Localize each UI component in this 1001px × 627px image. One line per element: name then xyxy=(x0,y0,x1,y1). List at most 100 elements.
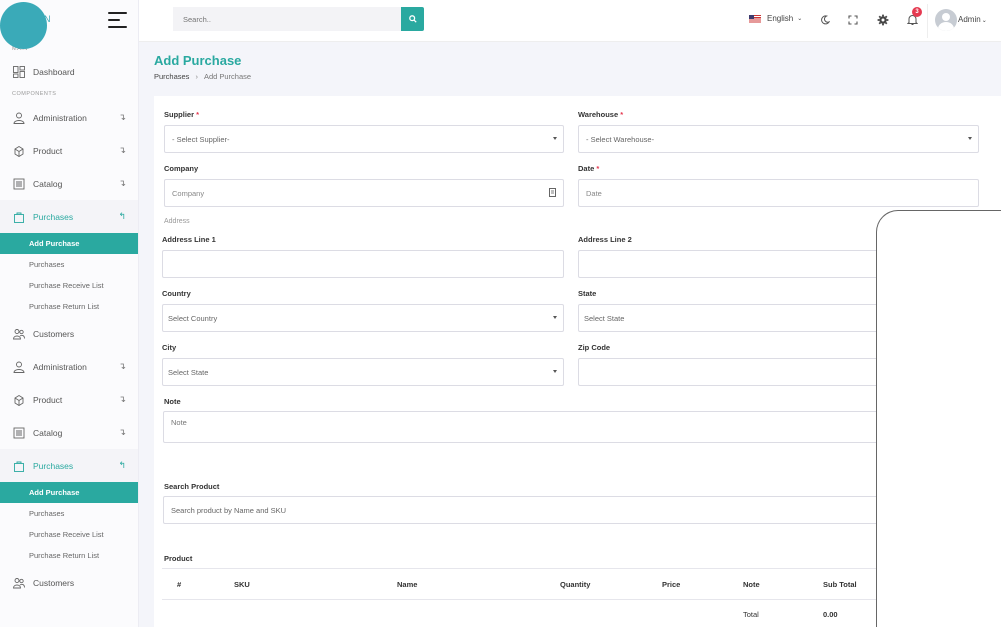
sidebar-item-label: Product xyxy=(33,145,63,156)
user-name: Admin xyxy=(958,15,981,24)
total-value: 0.00 xyxy=(823,610,838,619)
expand-arrow-icon: ↴ xyxy=(118,178,126,188)
sidebar-item-label: Administration xyxy=(33,112,87,123)
country-label: Country xyxy=(162,289,191,298)
topbar-divider xyxy=(927,4,928,38)
customers-icon xyxy=(12,576,25,589)
address-line-2-label: Address Line 2 xyxy=(578,235,632,244)
caret-down-icon xyxy=(553,370,557,373)
overlay-panel xyxy=(876,210,1001,627)
supplier-label: Supplier * xyxy=(164,110,200,119)
sidebar-item-administration[interactable]: Administration ↴ xyxy=(0,101,138,134)
state-value: Select State xyxy=(584,313,625,323)
date-placeholder: Date xyxy=(586,188,602,198)
sidebar-subitem-add-purchase[interactable]: Add Purchase xyxy=(0,482,138,503)
sidebar-item-label: Customers xyxy=(33,577,75,588)
expand-arrow-icon: ↴ xyxy=(118,394,126,404)
expand-arrow-icon: ↴ xyxy=(118,145,126,155)
us-flag-icon xyxy=(749,14,761,23)
sidebar-item-purchases[interactable]: Purchases ↰ xyxy=(0,449,138,482)
city-label: City xyxy=(162,343,177,352)
state-label: State xyxy=(578,289,597,298)
collapse-arrow-icon: ↰ xyxy=(118,460,126,470)
menu-toggle-icon[interactable] xyxy=(108,12,127,28)
chevron-down-icon: ⌄ xyxy=(797,16,803,22)
search-button[interactable] xyxy=(401,7,424,31)
search-input[interactable] xyxy=(173,7,401,31)
product-table-title: Product xyxy=(164,554,193,563)
calendar-icon xyxy=(549,188,556,199)
column-header-name: Name xyxy=(397,580,418,589)
sidebar-item-product[interactable]: Product ↴ xyxy=(0,383,138,416)
column-header-note: Note xyxy=(743,580,760,589)
bag-icon xyxy=(12,210,25,223)
sidebar-subitem-purchases[interactable]: Purchases xyxy=(0,254,138,275)
sidebar-item-label: Product xyxy=(33,394,63,405)
date-field[interactable]: Date xyxy=(578,179,979,207)
caret-down-icon xyxy=(968,137,972,140)
user-menu[interactable]: Admin⌄ xyxy=(958,15,987,24)
expand-arrow-icon: ↴ xyxy=(118,361,126,371)
fullscreen-icon[interactable] xyxy=(846,13,860,27)
date-label: Date * xyxy=(578,164,600,173)
sidebar-subitem-purchase-receive-list[interactable]: Purchase Receive List xyxy=(0,524,138,545)
company-label: Company xyxy=(164,164,199,173)
sidebar-item-purchases[interactable]: Purchases ↰ xyxy=(0,200,138,233)
sidebar-item-product[interactable]: Product ↴ xyxy=(0,134,138,167)
breadcrumb-separator-icon: › xyxy=(195,72,198,81)
expand-arrow-icon: ↴ xyxy=(118,427,126,437)
column-header-quantity: Quantity xyxy=(560,580,591,589)
city-value: Select State xyxy=(168,367,209,377)
sidebar-subitem-purchase-return-list[interactable]: Purchase Return List xyxy=(0,545,138,566)
warehouse-label: Warehouse * xyxy=(578,110,624,119)
language-selector[interactable]: English ⌄ xyxy=(749,14,802,23)
section-label-components: COMPONENTS xyxy=(12,91,57,97)
column-header-sku: SKU xyxy=(234,580,250,589)
caret-down-icon xyxy=(553,316,557,319)
sidebar-subitem-purchases[interactable]: Purchases xyxy=(0,503,138,524)
moon-icon[interactable] xyxy=(818,13,832,27)
column-header-sub-total: Sub Total xyxy=(823,580,857,589)
city-select[interactable]: Select State xyxy=(162,358,564,386)
sidebar-item-administration[interactable]: Administration ↴ xyxy=(0,350,138,383)
sidebar-item-customers[interactable]: Customers xyxy=(0,566,138,599)
company-field[interactable]: Company xyxy=(164,179,564,207)
sidebar-item-customers[interactable]: Customers xyxy=(0,317,138,350)
sidebar-item-label: Customers xyxy=(33,328,75,339)
notification-badge: 3 xyxy=(912,7,922,17)
sidebar-item-catalog[interactable]: Catalog ↴ xyxy=(0,167,138,200)
column-header-index: # xyxy=(177,580,182,589)
catalog-icon xyxy=(12,177,25,190)
chevron-down-icon: ⌄ xyxy=(981,18,987,24)
company-placeholder: Company xyxy=(172,188,205,198)
country-select[interactable]: Select Country xyxy=(162,304,564,332)
collapse-arrow-icon: ↰ xyxy=(118,211,126,221)
address-line-1-field[interactable] xyxy=(162,250,564,278)
gear-icon[interactable] xyxy=(876,13,890,27)
sidebar-subitem-purchase-receive-list[interactable]: Purchase Receive List xyxy=(0,275,138,296)
warehouse-select[interactable]: - Select Warehouse- xyxy=(578,125,979,153)
sidebar-item-dashboard[interactable]: Dashboard xyxy=(0,56,138,87)
search-product-label: Search Product xyxy=(164,482,220,491)
avatar[interactable] xyxy=(935,9,957,31)
sidebar-item-label: Purchases xyxy=(33,460,74,471)
sidebar-subitem-add-purchase[interactable]: Add Purchase xyxy=(0,233,138,254)
dashboard-icon xyxy=(12,65,25,78)
zip-code-label: Zip Code xyxy=(578,343,611,352)
sidebar-item-label: Administration xyxy=(33,361,87,372)
caret-down-icon xyxy=(553,137,557,140)
column-header-price: Price xyxy=(662,580,681,589)
warehouse-value: - Select Warehouse- xyxy=(586,134,655,144)
country-value: Select Country xyxy=(168,313,218,323)
expand-arrow-icon: ↴ xyxy=(118,112,126,122)
breadcrumb-link[interactable]: Purchases xyxy=(154,72,189,81)
bag-icon xyxy=(12,459,25,472)
sidebar-item-catalog[interactable]: Catalog ↴ xyxy=(0,416,138,449)
sidebar-subitem-purchase-return-list[interactable]: Purchase Return List xyxy=(0,296,138,317)
user-icon xyxy=(12,360,25,373)
product-icon xyxy=(12,144,25,157)
sidebar-item-label: Purchases xyxy=(33,211,74,222)
search-product-placeholder: Search product by Name and SKU xyxy=(171,505,287,515)
note-label: Note xyxy=(164,397,181,406)
supplier-select[interactable]: - Select Supplier- xyxy=(164,125,564,153)
